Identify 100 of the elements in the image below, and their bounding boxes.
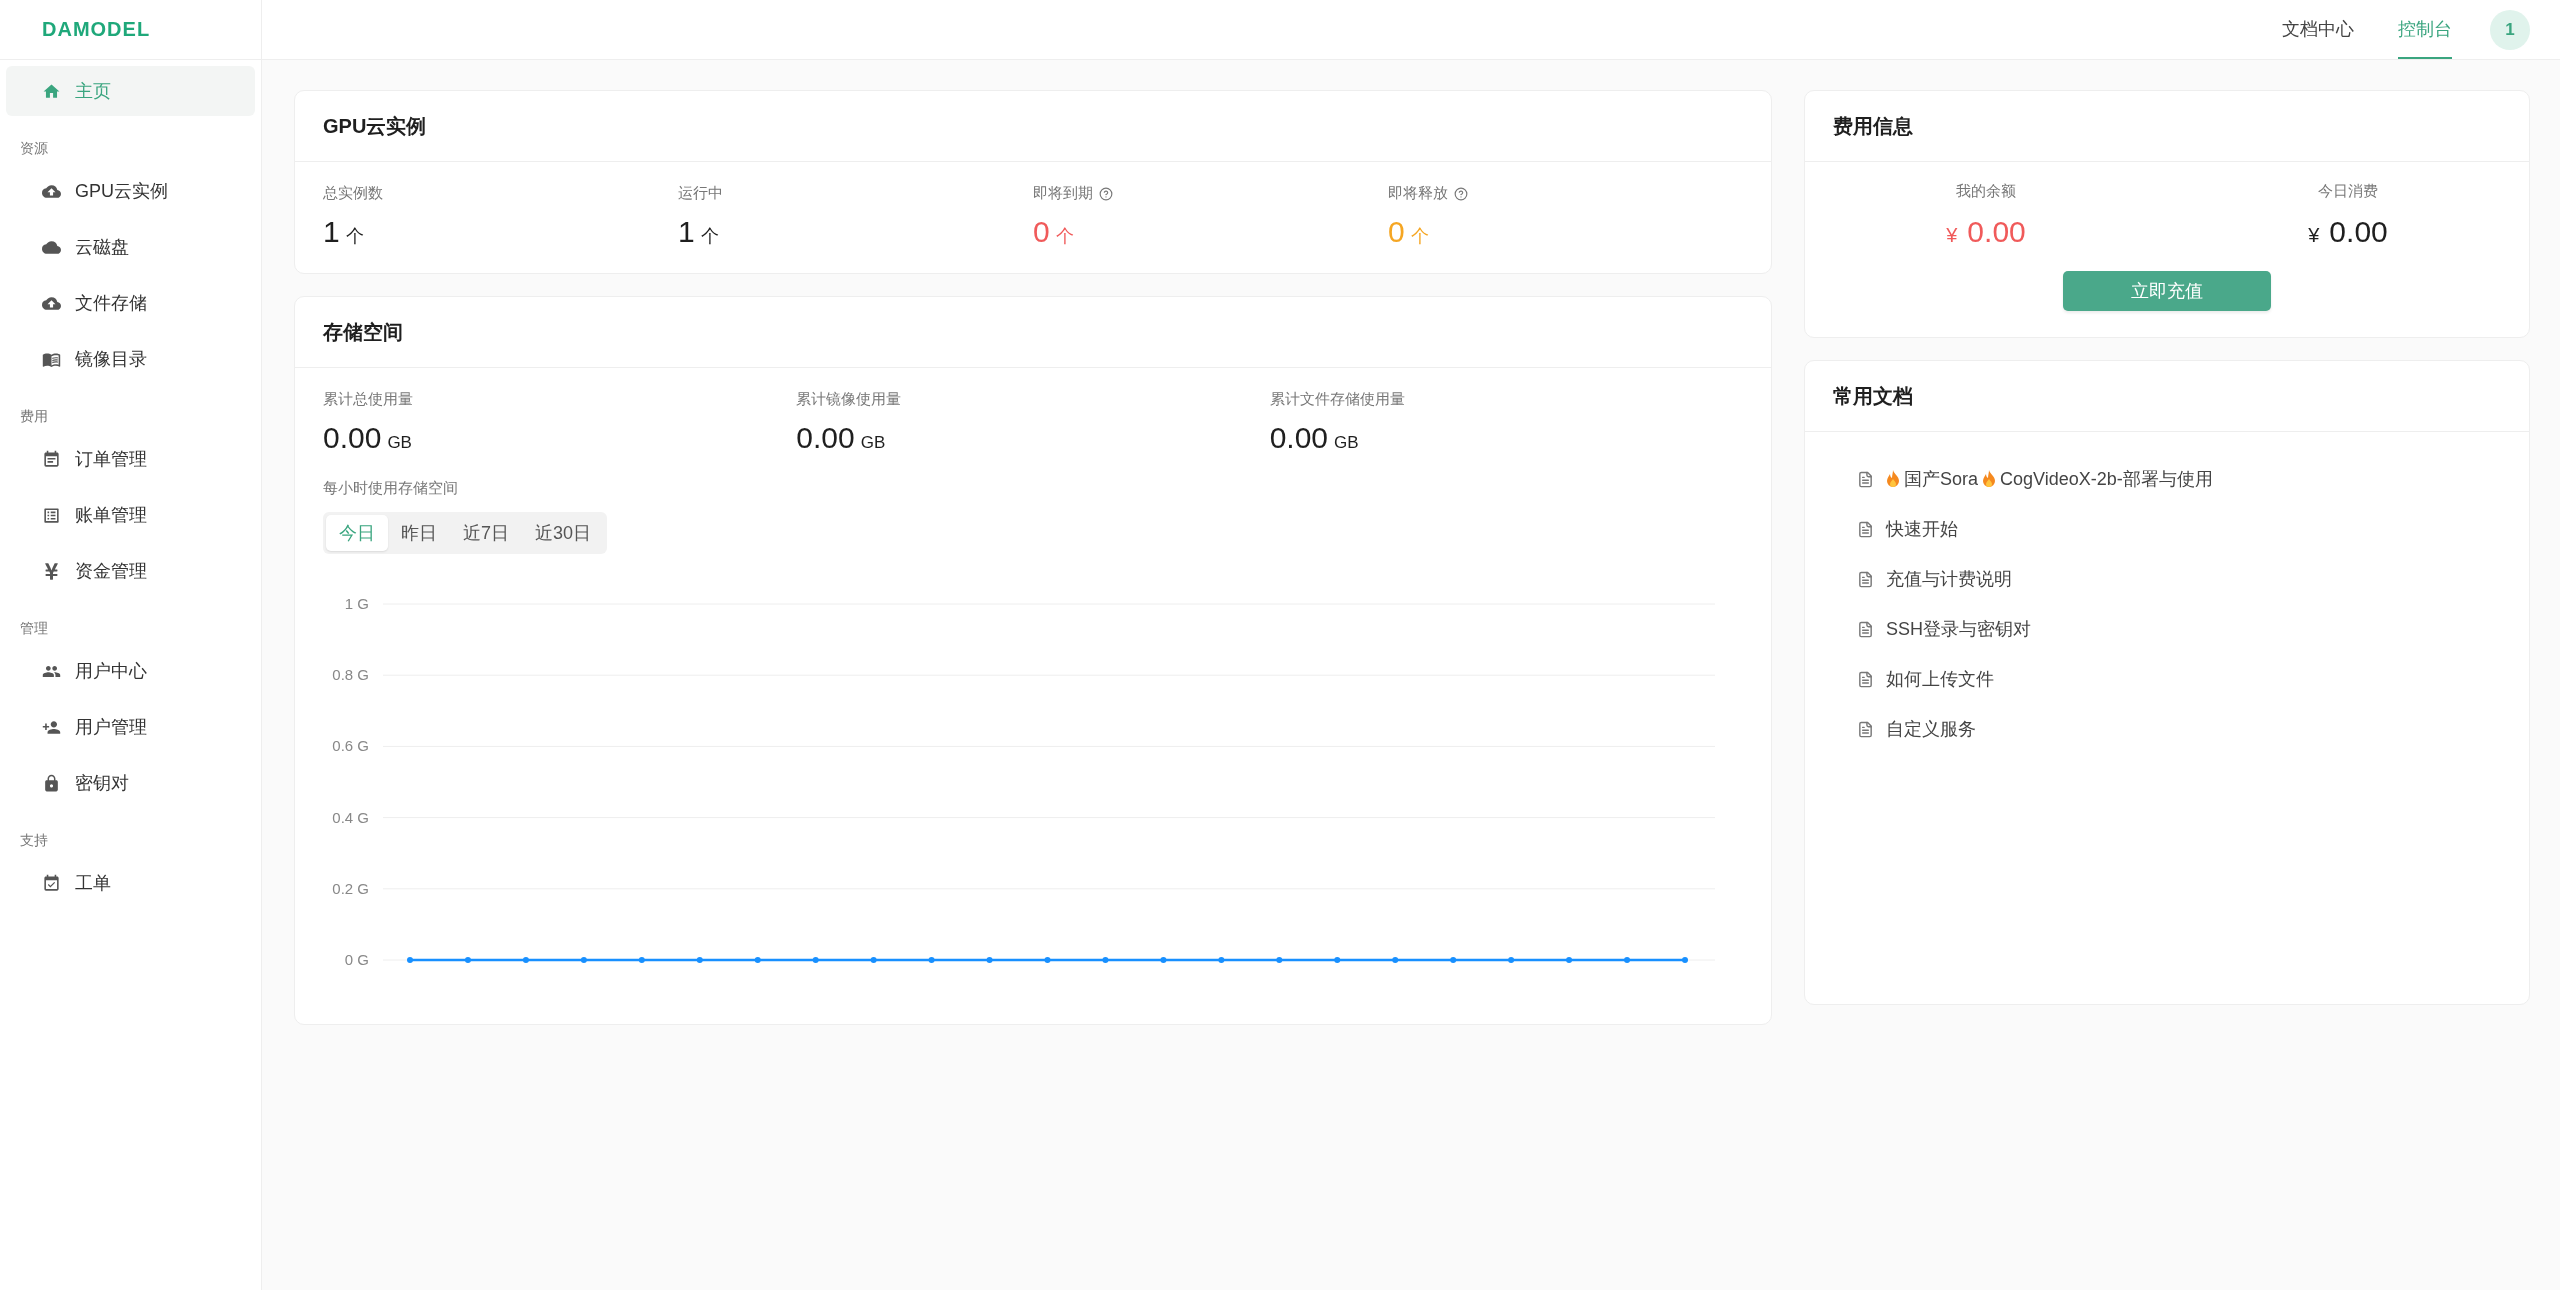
stat-value: 1 <box>678 215 695 249</box>
currency-sign: ¥ <box>1946 224 1958 247</box>
sidebar-section-label: 资源 <box>19 139 49 158</box>
calendar-icon <box>42 449 61 469</box>
document-icon <box>1857 570 1874 588</box>
sidebar-item[interactable]: 用户中心 <box>6 646 255 696</box>
sidebar-item[interactable]: 工单 <box>6 858 255 908</box>
sidebar-item[interactable]: 用户管理 <box>6 702 255 752</box>
data-point <box>1624 957 1631 963</box>
stat-label: 累计镜像使用量 <box>796 390 902 409</box>
data-point <box>1160 957 1167 963</box>
data-point <box>870 957 877 963</box>
data-point <box>1218 957 1225 963</box>
data-point <box>754 957 761 963</box>
sidebar-section-label: 支持 <box>19 831 49 850</box>
stat-label: 即将释放 <box>1388 184 1448 203</box>
sidebar-item[interactable]: 镜像目录 <box>6 334 255 384</box>
data-point <box>696 957 703 963</box>
range-tab[interactable]: 昨日 <box>388 515 450 551</box>
data-point <box>580 957 587 963</box>
document-icon <box>1857 670 1874 688</box>
nav-link[interactable]: 文档中心 <box>2282 0 2354 59</box>
sidebar-item[interactable]: 账单管理 <box>6 490 255 540</box>
chart-label: 每小时使用存储空间 <box>323 479 458 498</box>
data-point <box>1682 957 1688 963</box>
sidebar-item[interactable]: 文件存储 <box>6 278 255 328</box>
card-title: GPU云实例 <box>323 113 427 139</box>
data-point <box>1044 957 1051 963</box>
document-icon <box>1857 720 1874 738</box>
stat-value: 1 <box>323 215 340 249</box>
stat-value: 0.00 <box>796 421 855 455</box>
doc-link[interactable]: SSH登录与密钥对 <box>1886 617 2031 641</box>
sidebar-item[interactable]: 资金管理 <box>6 546 255 596</box>
document-icon <box>1857 470 1874 488</box>
stat-unit: 个 <box>345 225 364 248</box>
stat-label: 运行中 <box>678 184 723 203</box>
stat-value: 0.00 <box>323 421 382 455</box>
data-point <box>638 957 645 963</box>
sidebar-item[interactable]: 密钥对 <box>6 758 255 808</box>
axis-label: 1 G <box>344 595 369 612</box>
sidebar-item[interactable]: 订单管理 <box>6 434 255 484</box>
sidebar-section-label: 管理 <box>19 619 49 638</box>
data-point <box>1566 957 1573 963</box>
stat-unit: 个 <box>700 225 719 248</box>
doc-link[interactable]: 自定义服务 <box>1886 717 1976 741</box>
stat-label: 总实例数 <box>323 184 383 203</box>
card-title: 费用信息 <box>1833 113 1913 139</box>
doc-link[interactable]: CogVideoX-2b-部署与使用 <box>2000 467 2213 491</box>
axis-label: 0.6 G <box>332 737 369 755</box>
stat-unit: GB <box>1334 433 1359 453</box>
data-point <box>464 957 471 963</box>
help-icon[interactable] <box>1099 186 1113 201</box>
data-point <box>1102 957 1109 963</box>
doc-link[interactable]: 快速开始 <box>1886 517 1958 541</box>
stat-label: 即将到期 <box>1033 184 1093 203</box>
sidebar-item[interactable]: GPU云实例 <box>6 166 255 216</box>
stat-value: 0.00 <box>1269 421 1329 455</box>
card-title: 常用文档 <box>1833 383 1913 409</box>
card-title: 存储空间 <box>323 319 403 345</box>
currency-sign: ¥ <box>2308 224 2320 247</box>
stat-label: 累计文件存储使用量 <box>1269 390 1405 409</box>
data-point <box>522 957 529 963</box>
stat-unit: 个 <box>1410 225 1429 248</box>
data-point <box>928 957 935 963</box>
stat-unit: 个 <box>1055 225 1074 248</box>
lock-icon <box>42 773 61 793</box>
range-tab[interactable]: 近7日 <box>450 515 522 551</box>
data-point <box>812 957 819 963</box>
stat-unit: GB <box>860 433 886 453</box>
range-tab[interactable]: 近30日 <box>522 515 605 551</box>
sidebar-section-label: 费用 <box>19 407 49 426</box>
doc-link[interactable]: 国产Sora <box>1904 467 1979 491</box>
calendar-check-icon <box>42 873 61 893</box>
document-icon <box>1857 520 1874 538</box>
data-point <box>1508 957 1515 963</box>
axis-label: 0.8 G <box>332 666 369 684</box>
axis-label: 0 G <box>344 951 369 968</box>
list-icon <box>42 505 61 525</box>
data-point <box>1334 957 1341 963</box>
doc-link[interactable]: 充值与计费说明 <box>1886 567 2012 591</box>
yen-icon <box>42 561 61 581</box>
axis-label: 0.2 G <box>332 879 369 897</box>
flame-icon <box>1982 470 1997 488</box>
sidebar-item[interactable]: 云磁盘 <box>6 222 255 272</box>
data-point <box>986 957 993 963</box>
stat-label: 累计总使用量 <box>323 390 413 409</box>
stat-value: 0.00 <box>1967 215 2026 249</box>
document-icon <box>1857 620 1874 638</box>
data-point <box>1392 957 1399 963</box>
doc-link[interactable]: 如何上传文件 <box>1886 667 1994 691</box>
stat-value: 0 <box>1388 215 1405 249</box>
data-point <box>1276 957 1283 963</box>
stat-value: 0.00 <box>2329 215 2388 249</box>
stat-label: 今日消费 <box>2318 182 2378 201</box>
home-icon <box>42 81 61 101</box>
axis-label: 0.4 G <box>332 808 369 826</box>
help-icon[interactable] <box>1454 186 1468 201</box>
data-point <box>407 957 413 963</box>
stat-label: 我的余额 <box>1956 182 2016 201</box>
flame-icon <box>1886 470 1900 488</box>
